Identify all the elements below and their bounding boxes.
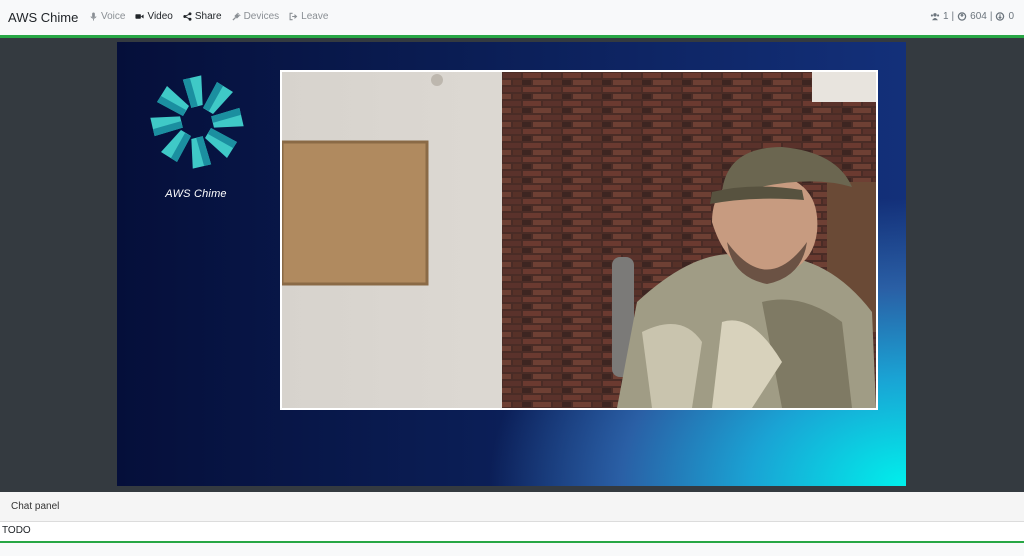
share-button[interactable]: Share: [183, 11, 222, 22]
aws-chime-logo: [145, 70, 249, 174]
voice-button[interactable]: Voice: [89, 11, 125, 22]
top-navbar: AWS Chime Voice Video Share Devices Leav…: [0, 0, 1024, 38]
app-title[interactable]: AWS Chime: [8, 10, 78, 25]
voice-label: Voice: [101, 11, 126, 22]
users-icon: [930, 13, 940, 21]
share-icon: [183, 12, 192, 21]
video-stage: AWS Chime: [117, 42, 906, 486]
chat-panel-text: TODO: [2, 525, 31, 536]
stats-separator: |: [951, 11, 955, 22]
bitrate-icon: [957, 12, 967, 21]
remote-video-tile[interactable]: [280, 70, 878, 410]
other-stat-value: 0: [1008, 11, 1014, 22]
sign-out-icon: [289, 12, 298, 21]
video-label: Video: [147, 11, 173, 22]
video-button[interactable]: Video: [135, 11, 173, 22]
stage-title: AWS Chime: [165, 188, 227, 200]
chat-panel-title: Chat panel: [11, 501, 60, 512]
leave-button[interactable]: Leave: [289, 11, 328, 22]
participant-count: 1: [942, 11, 949, 22]
video-frame: [282, 72, 876, 408]
chat-panel-body: TODO: [0, 522, 1024, 541]
chat-panel-header: Chat panel: [0, 492, 1024, 522]
meeting-stats: 1 | 604 | 0: [930, 11, 1014, 22]
bitrate-value: 604: [970, 11, 987, 22]
share-label: Share: [194, 11, 222, 22]
nav-menu: Voice Video Share Devices Leave: [89, 11, 328, 22]
stats-separator: |: [989, 11, 993, 22]
video-camera-icon: [135, 14, 145, 19]
bottom-bar: [0, 543, 1024, 556]
leave-label: Leave: [301, 11, 329, 22]
microphone-icon: [90, 12, 97, 21]
download-icon: [996, 12, 1005, 21]
devices-button[interactable]: Devices: [232, 11, 280, 22]
plug-icon: [232, 12, 241, 21]
devices-label: Devices: [243, 11, 280, 22]
